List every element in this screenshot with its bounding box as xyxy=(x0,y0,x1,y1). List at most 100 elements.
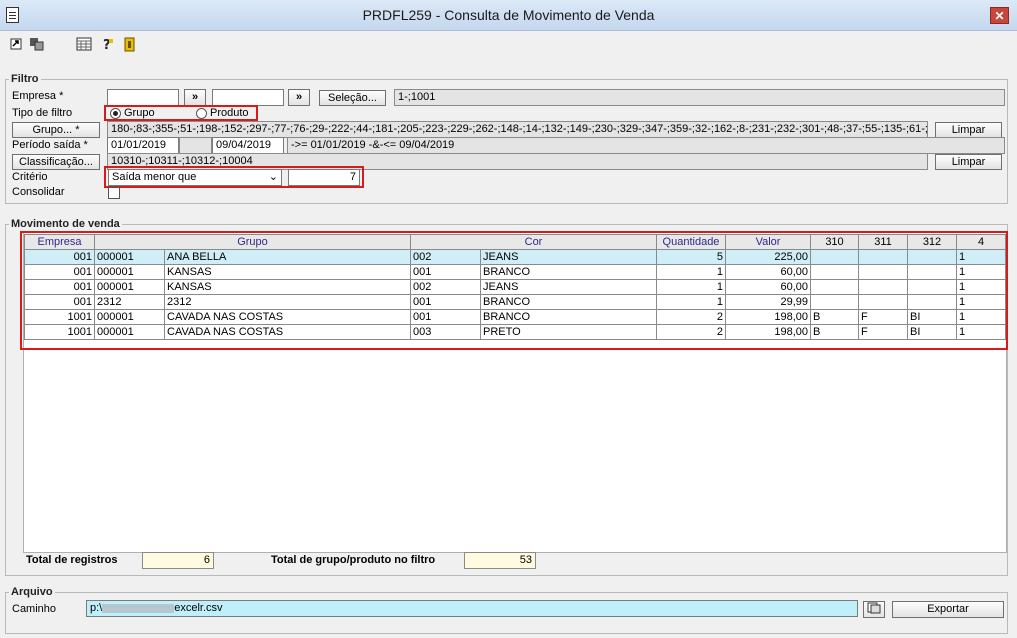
classificacao-button[interactable]: Classificação... xyxy=(12,154,100,170)
empresa-to-input[interactable] xyxy=(212,89,284,106)
cell-cor-code[interactable]: 002 xyxy=(410,249,481,265)
cell-grupo-name[interactable]: ANA BELLA xyxy=(164,249,411,265)
col-header-empresa[interactable]: Empresa xyxy=(24,234,95,250)
exit-icon[interactable] xyxy=(122,37,138,52)
cell-grupo-code[interactable]: 000001 xyxy=(94,279,165,295)
cell-c312[interactable] xyxy=(907,249,957,265)
cell-empresa[interactable]: 001 xyxy=(24,279,95,295)
cell-cor-code[interactable]: 001 xyxy=(410,309,481,325)
cell-valor[interactable]: 198,00 xyxy=(725,324,811,340)
criterio-value-input[interactable]: 7 xyxy=(288,169,360,186)
cell-quantidade[interactable]: 1 xyxy=(656,294,726,310)
cell-c312[interactable]: BI xyxy=(907,324,957,340)
cell-cor-name[interactable]: BRANCO xyxy=(480,264,657,280)
cell-grupo-code[interactable]: 000001 xyxy=(94,324,165,340)
cell-grupo-name[interactable]: CAVADA NAS COSTAS xyxy=(164,324,411,340)
cell-empresa[interactable]: 1001 xyxy=(24,324,95,340)
cell-grupo-name[interactable]: KANSAS xyxy=(164,279,411,295)
cell-cor-code[interactable]: 001 xyxy=(410,264,481,280)
col-header-312[interactable]: 312 xyxy=(907,234,957,250)
cell-c311[interactable] xyxy=(858,279,908,295)
cell-c4[interactable]: 1 xyxy=(956,294,1006,310)
cell-cor-code[interactable]: 002 xyxy=(410,279,481,295)
cell-grupo-name[interactable]: KANSAS xyxy=(164,264,411,280)
cell-c4[interactable]: 1 xyxy=(956,249,1006,265)
col-header-grupo[interactable]: Grupo xyxy=(94,234,411,250)
cell-empresa[interactable]: 1001 xyxy=(24,309,95,325)
cell-c310[interactable]: B xyxy=(810,324,859,340)
cell-c310[interactable]: B xyxy=(810,309,859,325)
cell-grupo-code[interactable]: 2312 xyxy=(94,294,165,310)
col-header-valor[interactable]: Valor xyxy=(725,234,811,250)
cell-quantidade[interactable]: 2 xyxy=(656,309,726,325)
grupo-button[interactable]: Grupo... * xyxy=(12,122,100,138)
empresa-from-input[interactable] xyxy=(107,89,179,106)
caminho-input[interactable]: p:\ excelr.csv xyxy=(86,600,858,617)
cell-c311[interactable] xyxy=(858,264,908,280)
criterio-select[interactable]: Saída menor que ⌄ xyxy=(108,169,282,186)
cell-c312[interactable]: BI xyxy=(907,309,957,325)
periodo-to-input[interactable]: 09/04/2019 xyxy=(212,137,284,154)
consolidar-checkbox[interactable] xyxy=(108,187,120,199)
cell-cor-name[interactable]: BRANCO xyxy=(480,309,657,325)
cell-c4[interactable]: 1 xyxy=(956,279,1006,295)
cell-c4[interactable]: 1 xyxy=(956,324,1006,340)
cell-c310[interactable] xyxy=(810,264,859,280)
cell-grupo-code[interactable]: 000001 xyxy=(94,249,165,265)
cell-valor[interactable]: 29,99 xyxy=(725,294,811,310)
cell-c311[interactable] xyxy=(858,294,908,310)
cell-grupo-name[interactable]: CAVADA NAS COSTAS xyxy=(164,309,411,325)
cell-cor-name[interactable]: JEANS xyxy=(480,249,657,265)
cell-c311[interactable]: F xyxy=(858,324,908,340)
empresa-lookup-button[interactable]: » xyxy=(184,89,206,106)
cell-empresa[interactable]: 001 xyxy=(24,264,95,280)
cell-c310[interactable] xyxy=(810,294,859,310)
table-row[interactable]: 1001 000001 CAVADA NAS COSTAS 001 BRANCO 2 198… xyxy=(24,309,1006,325)
cell-c311[interactable] xyxy=(858,249,908,265)
radio-grupo[interactable] xyxy=(110,108,121,119)
close-button[interactable]: ✕ xyxy=(990,7,1009,24)
cell-quantidade[interactable]: 1 xyxy=(656,264,726,280)
table-row[interactable]: 001 000001 KANSAS 001 BRANCO 1 60,00 1 xyxy=(24,264,1006,280)
cell-quantidade[interactable]: 2 xyxy=(656,324,726,340)
col-header-4[interactable]: 4 xyxy=(956,234,1006,250)
cell-c312[interactable] xyxy=(907,264,957,280)
exportar-button[interactable]: Exportar xyxy=(892,601,1004,618)
cell-c310[interactable] xyxy=(810,279,859,295)
cell-grupo-code[interactable]: 000001 xyxy=(94,264,165,280)
cell-valor[interactable]: 60,00 xyxy=(725,279,811,295)
table-row[interactable]: 001 2312 2312 001 BRANCO 1 29,99 1 xyxy=(24,294,1006,310)
cell-cor-name[interactable]: PRETO xyxy=(480,324,657,340)
calculator-icon[interactable] xyxy=(76,37,92,52)
col-header-311[interactable]: 311 xyxy=(858,234,908,250)
col-header-310[interactable]: 310 xyxy=(810,234,859,250)
table-row[interactable]: 1001 000001 CAVADA NAS COSTAS 003 PRETO 2 198,… xyxy=(24,324,1006,340)
table-row[interactable]: 001 000001 ANA BELLA 002 JEANS 5 225,00 1 xyxy=(24,249,1006,265)
radio-produto[interactable] xyxy=(196,108,207,119)
cell-grupo-code[interactable]: 000001 xyxy=(94,309,165,325)
periodo-from-input[interactable]: 01/01/2019 xyxy=(107,137,179,154)
cell-c311[interactable]: F xyxy=(858,309,908,325)
cell-empresa[interactable]: 001 xyxy=(24,294,95,310)
open-icon[interactable] xyxy=(8,37,24,52)
cell-empresa[interactable]: 001 xyxy=(24,249,95,265)
help-icon[interactable]: ? xyxy=(99,37,115,53)
table-row[interactable]: 001 000001 KANSAS 002 JEANS 1 60,00 1 xyxy=(24,279,1006,295)
cell-quantidade[interactable]: 5 xyxy=(656,249,726,265)
cell-cor-name[interactable]: BRANCO xyxy=(480,294,657,310)
cell-c310[interactable] xyxy=(810,249,859,265)
cell-c4[interactable]: 1 xyxy=(956,309,1006,325)
cell-cor-code[interactable]: 001 xyxy=(410,294,481,310)
cell-grupo-name[interactable]: 2312 xyxy=(164,294,411,310)
limpar-grupo-button[interactable]: Limpar xyxy=(935,122,1002,138)
cell-c4[interactable]: 1 xyxy=(956,264,1006,280)
cell-quantidade[interactable]: 1 xyxy=(656,279,726,295)
cell-valor[interactable]: 60,00 xyxy=(725,264,811,280)
empresa-to-lookup-button[interactable]: » xyxy=(288,89,310,106)
cell-valor[interactable]: 225,00 xyxy=(725,249,811,265)
copy-icon[interactable] xyxy=(29,37,45,52)
cell-c312[interactable] xyxy=(907,279,957,295)
col-header-cor[interactable]: Cor xyxy=(410,234,657,250)
limpar-classificacao-button[interactable]: Limpar xyxy=(935,154,1002,170)
col-header-quantidade[interactable]: Quantidade xyxy=(656,234,726,250)
